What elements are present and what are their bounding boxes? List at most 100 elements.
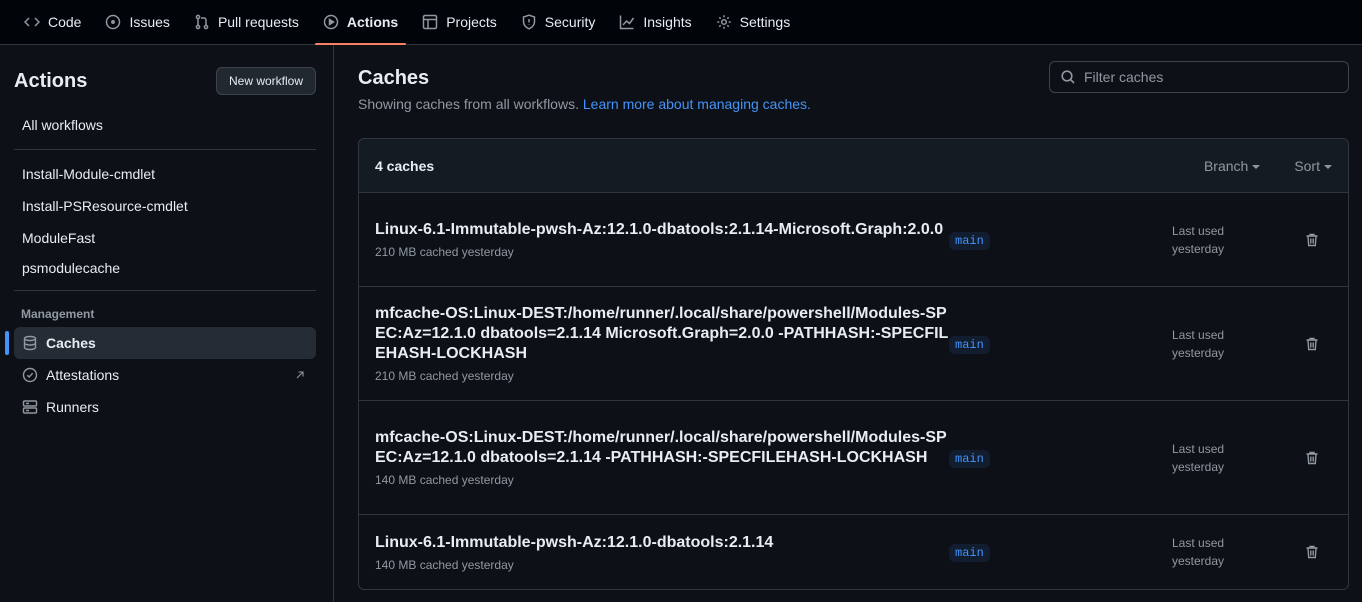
pull-request-icon bbox=[195, 14, 209, 30]
cache-branch: main bbox=[949, 543, 1172, 562]
tab-label: Code bbox=[48, 14, 82, 30]
caches-list-header: 4 caches Branch Sort bbox=[359, 139, 1348, 193]
subtitle-text: Showing caches from all workflows. bbox=[358, 96, 579, 112]
tab-label: Projects bbox=[446, 14, 497, 30]
table-icon bbox=[422, 14, 438, 30]
last-used-time: yesterday bbox=[1172, 459, 1225, 474]
cache-last-used: Last used yesterday bbox=[1172, 222, 1303, 258]
chevron-down-icon bbox=[1324, 164, 1332, 169]
last-used-label: Last used bbox=[1172, 327, 1225, 342]
cache-last-used: Last used yesterday bbox=[1172, 534, 1303, 570]
sidebar-item-all-workflows[interactable]: All workflows bbox=[14, 109, 316, 141]
tab-pull-requests[interactable]: Pull requests bbox=[186, 0, 307, 44]
last-used-time: yesterday bbox=[1172, 345, 1225, 360]
sidebar-header: Actions New workflow bbox=[14, 67, 316, 95]
sort-dropdown-label: Sort bbox=[1294, 157, 1320, 174]
cache-key: Linux-6.1-Immutable-pwsh-Az:12.1.0-dbato… bbox=[375, 533, 774, 551]
tab-actions[interactable]: Actions bbox=[314, 0, 407, 45]
cache-branch: main bbox=[949, 449, 1172, 468]
delete-cache-button[interactable] bbox=[1303, 335, 1321, 353]
tab-label: Settings bbox=[739, 14, 791, 30]
code-icon bbox=[24, 17, 40, 27]
sort-dropdown[interactable]: Sort bbox=[1294, 158, 1332, 174]
page-subtitle: Showing caches from all workflows. Learn… bbox=[358, 96, 811, 112]
new-workflow-button[interactable]: New workflow bbox=[215, 67, 316, 95]
last-used-label: Last used bbox=[1172, 441, 1225, 456]
cache-branch: main bbox=[949, 231, 1172, 250]
last-used-label: Last used bbox=[1172, 536, 1225, 550]
server-icon bbox=[22, 400, 38, 414]
filter-caches-input[interactable] bbox=[1084, 69, 1324, 85]
branch-dropdown-label: Branch bbox=[1203, 157, 1249, 174]
sidebar-divider bbox=[14, 290, 316, 291]
graph-icon bbox=[620, 15, 635, 30]
repo-nav: Code Issues Pull requests Actions Projec… bbox=[0, 0, 1362, 45]
tab-label: Insights bbox=[643, 14, 692, 30]
actions-sidebar: Actions New workflow All workflows Insta… bbox=[0, 45, 334, 602]
tab-issues[interactable]: Issues bbox=[97, 0, 177, 44]
cache-row: Linux-6.1-Immutable-pwsh-Az:12.1.0-dbato… bbox=[359, 515, 1348, 589]
caches-header: Caches Showing caches from all workflows… bbox=[358, 61, 1349, 112]
delete-cache-button[interactable] bbox=[1303, 231, 1321, 249]
last-used-time: yesterday bbox=[1172, 554, 1225, 568]
search-icon bbox=[1061, 70, 1075, 84]
branch-badge[interactable]: main bbox=[949, 544, 990, 562]
tab-label: Issues bbox=[129, 14, 170, 30]
cache-count: 4 caches bbox=[375, 157, 435, 174]
trash-icon bbox=[1306, 337, 1318, 350]
tab-insights[interactable]: Insights bbox=[611, 0, 699, 44]
sidebar-item-label: Attestations bbox=[46, 367, 120, 383]
tab-code[interactable]: Code bbox=[16, 0, 89, 44]
cache-key: Linux-6.1-Immutable-pwsh-Az:12.1.0-dbato… bbox=[375, 221, 944, 238]
gear-icon bbox=[716, 15, 731, 29]
sidebar-item-attestations[interactable]: Attestations bbox=[14, 359, 316, 391]
cache-size: 140 MB cached yesterday bbox=[375, 473, 514, 487]
caches-main: Caches Showing caches from all workflows… bbox=[334, 45, 1362, 602]
cache-info: mfcache-OS:Linux-DEST:/home/runner/.loca… bbox=[375, 428, 949, 487]
tab-security[interactable]: Security bbox=[513, 0, 604, 44]
cache-branch: main bbox=[949, 335, 1172, 354]
branch-badge[interactable]: main bbox=[949, 449, 990, 468]
caches-list: 4 caches Branch Sort Linux-6.1-Immutable… bbox=[358, 138, 1349, 590]
filter-caches-field[interactable] bbox=[1049, 61, 1349, 93]
tab-projects[interactable]: Projects bbox=[414, 0, 505, 44]
sidebar-item-label: Caches bbox=[46, 335, 96, 351]
trash-icon bbox=[1306, 545, 1318, 559]
check-circle-icon bbox=[22, 367, 38, 383]
page-layout: Actions New workflow All workflows Insta… bbox=[0, 45, 1362, 602]
cache-last-used: Last used yesterday bbox=[1172, 440, 1303, 476]
cache-info: Linux-6.1-Immutable-pwsh-Az:12.1.0-dbato… bbox=[375, 533, 949, 572]
sidebar-item-label: Runners bbox=[46, 399, 99, 415]
issue-icon bbox=[106, 14, 121, 30]
sidebar-item-workflow[interactable]: ModuleFast bbox=[14, 222, 316, 254]
cache-row: Linux-6.1-Immutable-pwsh-Az:12.1.0-dbato… bbox=[359, 193, 1348, 287]
play-icon bbox=[323, 14, 339, 30]
database-icon bbox=[23, 335, 37, 351]
chevron-down-icon bbox=[1252, 164, 1261, 169]
branch-dropdown[interactable]: Branch bbox=[1203, 157, 1261, 174]
sidebar-item-workflow[interactable]: psmodulecache bbox=[14, 254, 316, 282]
sidebar-item-workflow[interactable]: Install-PSResource-cmdlet bbox=[14, 190, 316, 222]
trash-icon bbox=[1306, 233, 1318, 246]
cache-key: mfcache-OS:Linux-DEST:/home/runner/.loca… bbox=[375, 429, 947, 466]
trash-icon bbox=[1306, 451, 1318, 464]
tab-settings[interactable]: Settings bbox=[708, 0, 799, 44]
cache-row: mfcache-OS:Linux-DEST:/home/runner/.loca… bbox=[359, 401, 1348, 515]
page-title: Caches bbox=[358, 67, 430, 89]
sidebar-item-runners[interactable]: Runners bbox=[14, 391, 316, 423]
branch-badge[interactable]: main bbox=[949, 231, 990, 250]
management-label: Management bbox=[21, 307, 95, 321]
branch-badge[interactable]: main bbox=[949, 335, 990, 354]
cache-row: mfcache-OS:Linux-DEST:/home/runner/.loca… bbox=[359, 287, 1348, 401]
learn-more-link[interactable]: Learn more about managing caches. bbox=[583, 96, 811, 112]
sidebar-item-workflow[interactable]: Install-Module-cmdlet bbox=[14, 158, 316, 190]
cache-size: 210 MB cached yesterday bbox=[375, 245, 514, 259]
delete-cache-button[interactable] bbox=[1303, 543, 1321, 561]
tab-label: Security bbox=[544, 14, 596, 30]
caches-heading: Caches Showing caches from all workflows… bbox=[358, 67, 811, 112]
tab-label: Pull requests bbox=[217, 14, 299, 30]
cache-last-used: Last used yesterday bbox=[1172, 326, 1303, 362]
sidebar-item-caches[interactable]: Caches bbox=[5, 327, 316, 359]
delete-cache-button[interactable] bbox=[1303, 449, 1321, 467]
list-controls: Branch Sort bbox=[1204, 158, 1332, 174]
